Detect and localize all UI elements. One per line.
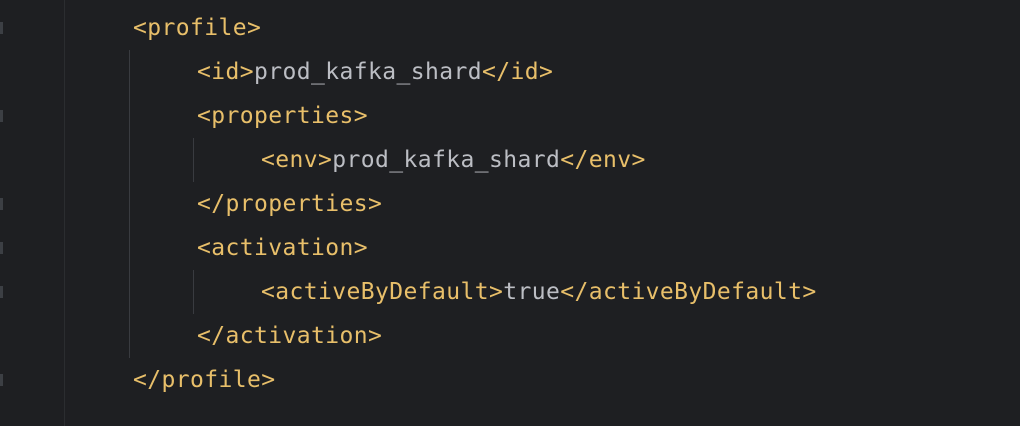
xml-close-tag: </activation> — [197, 323, 383, 349]
code-line[interactable]: <env>prod_kafka_shard</env> — [261, 138, 646, 182]
xml-text-value: prod_kafka_shard — [254, 59, 482, 85]
gutter-marker — [0, 242, 3, 254]
gutter-marker — [0, 22, 3, 34]
code-line[interactable]: <activeByDefault>true</activeByDefault> — [261, 270, 817, 314]
xml-open-tag: <activeByDefault> — [261, 279, 504, 305]
xml-close-tag: </profile> — [133, 367, 276, 393]
code-line[interactable]: <profile> — [133, 6, 261, 50]
code-line[interactable]: </properties> — [197, 182, 382, 226]
indent-guide — [193, 138, 194, 182]
indent-guide — [129, 50, 130, 358]
xml-close-tag: </properties> — [197, 191, 383, 217]
gutter-marker — [0, 374, 3, 386]
code-line[interactable]: <id>prod_kafka_shard</id> — [197, 50, 553, 94]
xml-open-tag: <id> — [197, 59, 254, 85]
line-gutter[interactable] — [0, 0, 64, 426]
code-line[interactable]: </profile> — [133, 358, 275, 402]
xml-close-tag: </id> — [481, 59, 554, 85]
xml-open-tag: <env> — [261, 147, 333, 173]
xml-text-value: prod_kafka_shard — [332, 147, 561, 173]
code-line[interactable]: <activation> — [197, 226, 368, 270]
gutter-marker — [0, 110, 3, 122]
xml-open-tag: <profile> — [133, 15, 262, 41]
xml-text-value: true — [503, 279, 561, 305]
xml-close-tag: </activeByDefault> — [560, 279, 817, 305]
xml-open-tag: <properties> — [197, 103, 368, 129]
indent-guide — [193, 270, 194, 314]
gutter-marker — [0, 198, 3, 210]
xml-open-tag: <activation> — [197, 235, 368, 261]
code-editor[interactable]: <profile> <id>prod_kafka_shard</id> <pro… — [65, 0, 1020, 426]
xml-close-tag: </env> — [560, 147, 646, 173]
code-line[interactable]: <properties> — [197, 94, 368, 138]
code-line[interactable]: </activation> — [197, 314, 382, 358]
gutter-marker — [0, 286, 3, 298]
